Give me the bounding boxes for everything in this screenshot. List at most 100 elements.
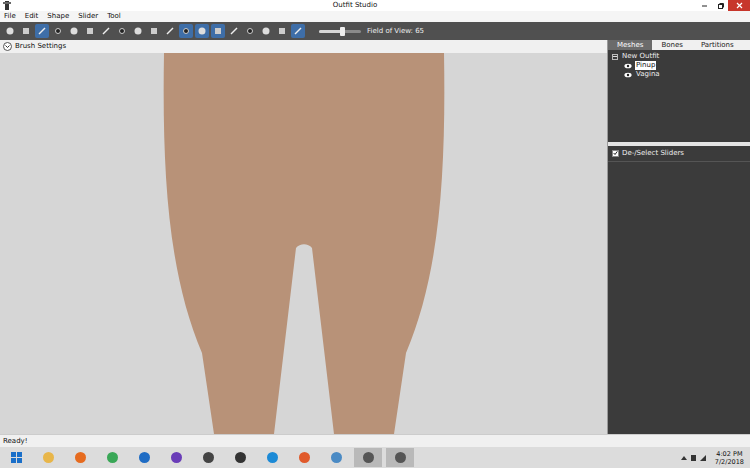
tool-icon xyxy=(5,26,15,36)
app-icon xyxy=(202,451,215,464)
restore-button[interactable] xyxy=(712,0,728,11)
left-pane: Brush Settings xyxy=(0,40,607,434)
taskbar-app[interactable] xyxy=(194,448,222,467)
tree-root[interactable]: New Outfit xyxy=(612,52,746,61)
app-icon xyxy=(74,451,87,464)
taskbar-app[interactable] xyxy=(354,448,382,467)
render-shape xyxy=(144,53,464,434)
fov-label: Field of View: 65 xyxy=(367,26,424,37)
taskbar-app[interactable] xyxy=(386,448,414,467)
tool-button[interactable] xyxy=(99,24,113,38)
app-icon xyxy=(42,451,55,464)
tool-icon xyxy=(69,26,79,36)
tool-button[interactable] xyxy=(67,24,81,38)
menu-item[interactable]: File xyxy=(4,11,16,22)
sliders-toggle-label: De-/Select Sliders xyxy=(622,148,684,159)
tool-button[interactable] xyxy=(179,24,193,38)
tab-label: Meshes xyxy=(617,41,643,49)
taskbar-app[interactable] xyxy=(322,448,350,467)
tool-button[interactable] xyxy=(147,24,161,38)
tool-icon xyxy=(101,26,111,36)
fov-thumb[interactable] xyxy=(340,27,345,36)
app-icon xyxy=(3,1,11,10)
status-bar: Ready! xyxy=(0,434,750,447)
taskbar-app[interactable] xyxy=(290,448,318,467)
tool-button[interactable] xyxy=(3,24,17,38)
tool-icon xyxy=(197,26,207,36)
tool-icon xyxy=(37,26,47,36)
taskbar-app[interactable] xyxy=(162,448,190,467)
fov-slider[interactable] xyxy=(319,30,361,33)
mesh-tree: New OutfitPinupVagina xyxy=(608,50,750,142)
tool-button[interactable] xyxy=(163,24,177,38)
tool-button[interactable] xyxy=(243,24,257,38)
clock[interactable]: 4:02 PM7/2/2018 xyxy=(715,450,744,466)
taskbar-app[interactable] xyxy=(98,448,126,467)
taskbar-app[interactable] xyxy=(130,448,158,467)
viewport[interactable] xyxy=(0,53,607,434)
minimize-button[interactable] xyxy=(696,0,712,11)
tool-button[interactable] xyxy=(115,24,129,38)
sliders-toggle[interactable]: De-/Select Sliders xyxy=(608,146,750,162)
tool-button[interactable] xyxy=(83,24,97,38)
panel-tab[interactable]: Partitions xyxy=(692,40,743,50)
tool-button[interactable] xyxy=(35,24,49,38)
taskbar-app[interactable] xyxy=(66,448,94,467)
app-icon xyxy=(138,451,151,464)
close-button[interactable] xyxy=(728,0,750,11)
tab-label: Bones xyxy=(661,41,682,49)
tool-button[interactable] xyxy=(291,24,305,38)
check-icon xyxy=(613,150,618,156)
system-tray: 4:02 PM7/2/2018 xyxy=(680,450,748,466)
app-icon xyxy=(106,451,119,464)
tool-button[interactable] xyxy=(131,24,145,38)
panel-tab[interactable]: Meshes xyxy=(608,40,652,50)
taskbar-app[interactable] xyxy=(258,448,286,467)
menu-item[interactable]: Tool xyxy=(107,11,121,22)
checkbox[interactable] xyxy=(612,150,619,157)
menu-item[interactable]: Shape xyxy=(47,11,69,22)
panel-tab[interactable]: Bones xyxy=(652,40,691,50)
tool-button[interactable] xyxy=(227,24,241,38)
tool-icon xyxy=(181,26,191,36)
tray-icon xyxy=(680,454,710,462)
tool-button[interactable] xyxy=(19,24,33,38)
menu-item[interactable]: Edit xyxy=(25,11,39,22)
title-bar: Outfit Studio xyxy=(0,0,750,11)
workspace: Brush SettingsMeshesBonesPartitionsNew O… xyxy=(0,40,750,434)
start-icon xyxy=(10,451,23,464)
tree-children: PinupVagina xyxy=(612,61,746,79)
restore-icon xyxy=(717,2,724,9)
tool-icon xyxy=(149,26,159,36)
tool-button[interactable] xyxy=(195,24,209,38)
taskbar-app[interactable] xyxy=(226,448,254,467)
mesh-item[interactable]: Vagina xyxy=(624,70,746,79)
app-icon xyxy=(298,451,311,464)
taskbar: 4:02 PM7/2/2018 xyxy=(0,447,750,468)
tool-icon xyxy=(293,26,303,36)
tool-icon xyxy=(85,26,95,36)
side-panel: MeshesBonesPartitionsNew OutfitPinupVagi… xyxy=(607,40,750,434)
tool-button[interactable] xyxy=(51,24,65,38)
minimize-icon xyxy=(701,2,708,9)
tool-button[interactable] xyxy=(211,24,225,38)
app-icon xyxy=(266,451,279,464)
taskbar-app[interactable] xyxy=(34,448,62,467)
toolbar: Field of View: 65 xyxy=(0,22,750,40)
mesh-item[interactable]: Pinup xyxy=(624,61,746,70)
tool-icon xyxy=(117,26,127,36)
tool-button[interactable] xyxy=(275,24,289,38)
tool-button[interactable] xyxy=(259,24,273,38)
slider-list xyxy=(608,162,750,435)
taskbar-app[interactable] xyxy=(2,448,30,467)
panel-tabs: Meshes Bones Partitions xyxy=(608,40,750,50)
brush-settings[interactable]: Brush Settings xyxy=(0,40,607,53)
app-icon xyxy=(170,451,183,464)
tab-label: Partitions xyxy=(701,41,734,49)
menu-bar: File Edit Shape Slider Tool xyxy=(0,11,750,22)
brush-settings-label: Brush Settings xyxy=(15,41,66,52)
field-of-view: Field of View: 65 xyxy=(319,26,424,37)
expander-icon[interactable] xyxy=(612,54,618,60)
menu-item[interactable]: Slider xyxy=(78,11,98,22)
tool-icon xyxy=(133,26,143,36)
